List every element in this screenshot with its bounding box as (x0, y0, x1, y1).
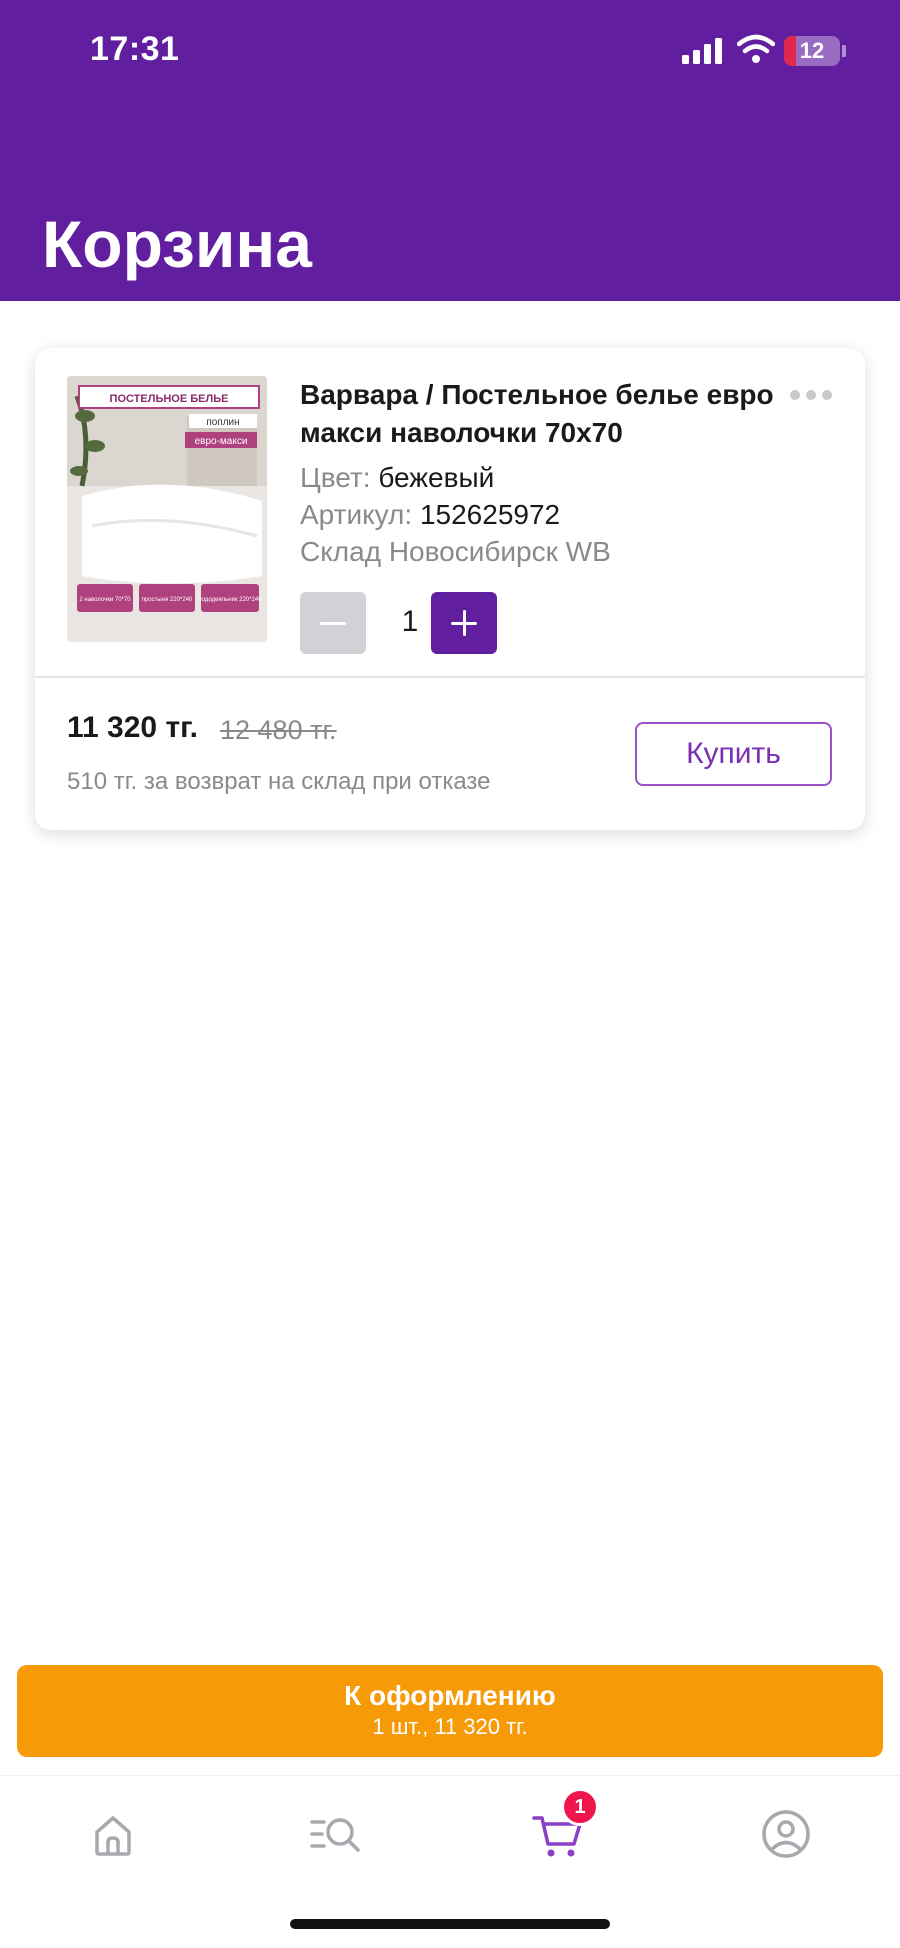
product-name[interactable]: Варвара / Постельное белье евро макси на… (300, 376, 780, 452)
home-icon[interactable] (85, 1806, 141, 1862)
catalog-search-icon[interactable] (308, 1806, 364, 1862)
quantity-decrease-button[interactable] (300, 592, 366, 654)
quantity-increase-button[interactable] (431, 592, 497, 654)
bottom-tab-bar: 1 (0, 1775, 900, 1948)
profile-icon[interactable] (758, 1806, 814, 1862)
thumb-chip-duvet: пододеяльник 220*240 (198, 597, 262, 603)
checkout-button[interactable]: К оформлению 1 шт., 11 320 тг. (17, 1665, 883, 1757)
return-fee-note: 510 тг. за возврат на склад при отказе (67, 768, 491, 795)
more-options-icon[interactable] (787, 386, 835, 406)
page-title: Корзина (42, 207, 312, 281)
current-price: 11 320 тг. (67, 711, 198, 744)
color-row: Цвет: бежевый (300, 460, 494, 496)
warehouse-text: Склад Новосибирск WB (300, 536, 611, 567)
battery-tip (842, 45, 846, 57)
card-divider (35, 676, 865, 678)
thumb-heading: ПОСТЕЛЬНОЕ БЕЛЬЕ (110, 393, 229, 405)
cart-item-card: ПОСТЕЛЬНОЕ БЕЛЬЕ поплин евро-макси 2 нав… (35, 348, 865, 830)
thumb-tag-size: евро-макси (195, 436, 248, 447)
checkout-summary: 1 шт., 11 320 тг. (372, 1714, 528, 1739)
product-thumbnail[interactable]: ПОСТЕЛЬНОЕ БЕЛЬЕ поплин евро-макси 2 нав… (67, 376, 267, 642)
quantity-value: 1 (401, 605, 419, 638)
old-price: 12 480 тг. (220, 715, 337, 745)
home-indicator (290, 1919, 610, 1929)
battery-icon: 12 (784, 36, 840, 66)
thumb-chip-sheet: простыня 220*240 (142, 597, 193, 603)
sku-row: Артикул: 152625972 (300, 497, 560, 533)
thumb-tag-poplin: поплин (206, 417, 239, 428)
checkout-title: К оформлению (344, 1680, 556, 1711)
wifi-icon (737, 34, 775, 63)
buy-button[interactable]: Купить (635, 722, 832, 786)
sku-value: 152625972 (419, 499, 561, 530)
sku-label: Артикул: (300, 499, 413, 530)
battery-level: 12 (799, 38, 825, 63)
color-value: бежевый (378, 462, 495, 493)
cart-count-badge: 1 (561, 1788, 599, 1826)
app-header: 17:31 12 Корзина (0, 0, 900, 301)
status-time: 17:31 (90, 30, 180, 68)
signal-icon (682, 38, 722, 64)
color-label: Цвет: (300, 462, 371, 493)
thumb-chip-pillows: 2 наволочки 70*70 (79, 597, 131, 603)
